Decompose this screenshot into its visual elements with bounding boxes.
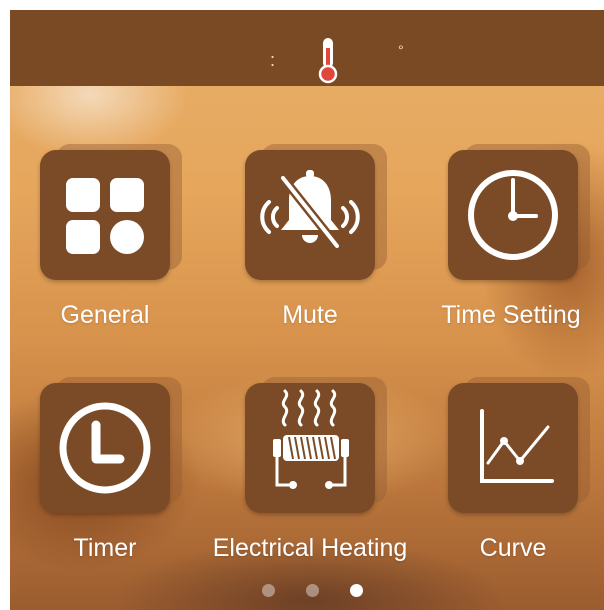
timer-tile[interactable] xyxy=(40,383,170,513)
curve-tile[interactable] xyxy=(448,383,578,513)
home-screen: : ° General Mute Time Setting Timer Elec… xyxy=(10,10,604,610)
electrical-heating-tile[interactable] xyxy=(245,383,375,513)
general-tile[interactable] xyxy=(40,150,170,280)
electrical-heating-label: Electrical Heating xyxy=(212,534,408,562)
status-bar: : ° xyxy=(10,10,604,86)
timer-icon xyxy=(59,402,151,494)
timer-label: Timer xyxy=(73,534,137,562)
line-chart-icon xyxy=(480,409,554,483)
grid-icon xyxy=(66,178,144,254)
page-dot-1[interactable] xyxy=(262,584,275,597)
bell-muted-icon xyxy=(260,170,360,251)
page-dot-3-active[interactable] xyxy=(350,584,363,597)
heater-icon xyxy=(273,389,349,489)
time-setting-label: Time Setting xyxy=(441,301,581,329)
general-label: General xyxy=(60,301,150,329)
degree-symbol: ° xyxy=(398,42,404,58)
page-dot-2[interactable] xyxy=(306,584,319,597)
page-indicator xyxy=(10,584,604,600)
mute-tile[interactable] xyxy=(245,150,375,280)
mute-label: Mute xyxy=(282,301,338,329)
clock-icon xyxy=(468,170,558,260)
time-separator: : xyxy=(270,50,276,70)
time-setting-tile[interactable] xyxy=(448,150,578,280)
thermometer-icon xyxy=(318,38,338,84)
curve-label: Curve xyxy=(479,534,547,562)
